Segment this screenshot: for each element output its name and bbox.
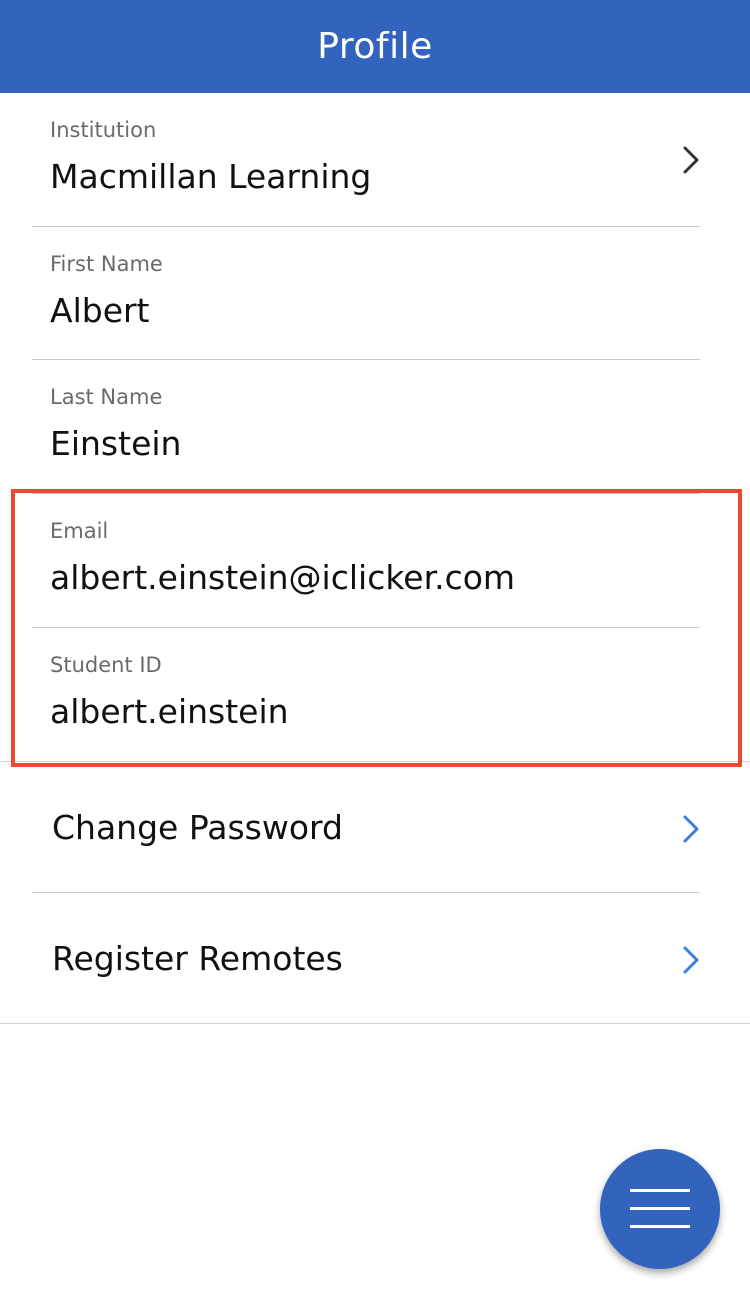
- change-password-row[interactable]: Change Password: [0, 762, 750, 893]
- menu-button[interactable]: [600, 1149, 720, 1269]
- app-header: Profile: [0, 0, 750, 93]
- email-row: Email albert.einstein@iclicker.com: [0, 494, 750, 628]
- chevron-right-icon: [683, 815, 699, 843]
- chevron-right-icon: [683, 146, 699, 174]
- last-name-label: Last Name: [50, 385, 163, 409]
- first-name-label: First Name: [50, 252, 163, 276]
- institution-value: Macmillan Learning: [50, 157, 372, 196]
- first-name-row: First Name Albert: [0, 227, 750, 360]
- last-name-row: Last Name Einstein: [0, 360, 750, 494]
- chevron-right-icon: [683, 946, 699, 974]
- last-name-value: Einstein: [50, 424, 182, 463]
- register-remotes-row[interactable]: Register Remotes: [0, 893, 750, 1024]
- institution-row[interactable]: Institution Macmillan Learning: [0, 93, 750, 227]
- profile-screen: Profile Institution Macmillan Learning F…: [0, 0, 750, 1299]
- email-label: Email: [50, 519, 109, 543]
- student-id-row: Student ID albert.einstein: [0, 628, 750, 762]
- register-remotes-label: Register Remotes: [52, 939, 343, 978]
- change-password-label: Change Password: [52, 808, 343, 847]
- institution-label: Institution: [50, 118, 157, 142]
- email-value: albert.einstein@iclicker.com: [50, 558, 516, 597]
- page-title: Profile: [317, 26, 433, 67]
- first-name-value: Albert: [50, 291, 150, 330]
- student-id-label: Student ID: [50, 653, 162, 677]
- student-id-value: albert.einstein: [50, 692, 289, 731]
- divider: [0, 1023, 750, 1024]
